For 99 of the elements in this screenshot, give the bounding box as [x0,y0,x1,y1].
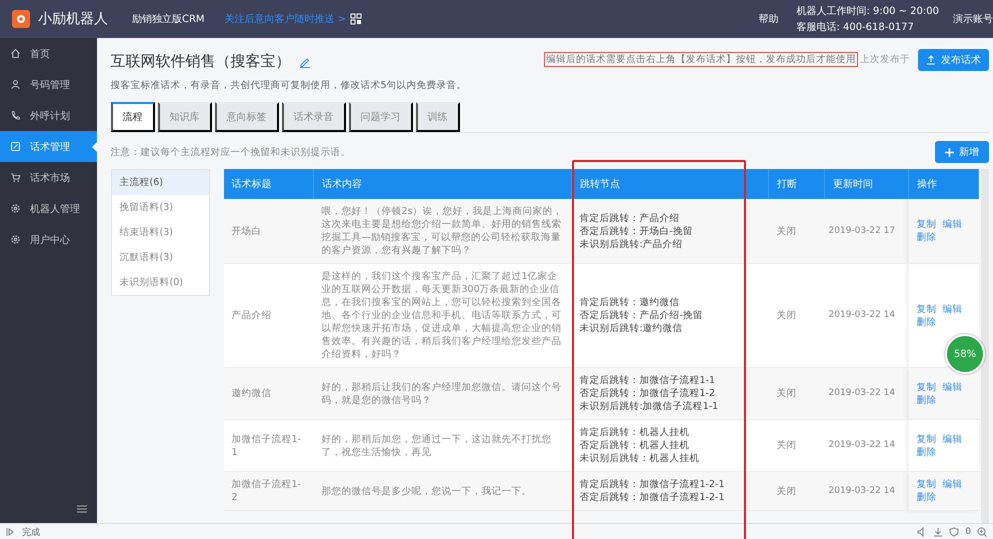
category-item[interactable]: 主流程(6) [112,170,208,195]
action-link[interactable]: 删除 [916,492,936,503]
add-button[interactable]: 新增 [935,141,989,163]
action-link[interactable]: 编辑 [942,479,962,490]
jump-rule: 未识别后跳转：机器人挂机 [580,452,700,465]
publish-hint: 编辑后的话术需要点击右上角【发布话术】按钮，发布成功后才能使用 [544,52,858,67]
jump-rule: 否定后跳转：开场白-挽留 [580,224,694,238]
brand-name: 小励机器人 [38,10,108,28]
column-header: 打断 [768,169,824,199]
account-name[interactable]: 演示账号 [953,12,993,26]
qr-code-icon[interactable] [350,13,362,25]
table-cell: 那您的微信号是多少呢，您说一下，我记一下。 [314,472,572,510]
phone-icon [10,110,21,121]
action-link[interactable]: 编辑 [942,219,962,230]
table-cell: 关闭 [768,199,824,264]
column-header: 更新时间 [824,169,908,199]
jump-rule: 肯定后跳转：加微信子流程1-1 [580,374,716,387]
logo-icon [12,10,30,28]
table-cell: 2019-03-22 17 [824,199,908,264]
jump-rule: 否定后跳转：产品介绍-挽留 [580,309,704,322]
cart-icon [10,172,21,183]
table-cell: 关闭 [768,368,824,420]
action-link[interactable]: 复制 [916,382,936,392]
action-link[interactable]: 复制 [916,434,936,444]
action-link[interactable]: 删除 [916,316,936,328]
category-item[interactable]: 沉默语料(3) [112,245,208,270]
gear-icon [10,203,21,214]
upload-icon [926,54,936,64]
sidebar-item[interactable]: 话术管理 [0,131,96,162]
shield-icon[interactable] [949,527,960,537]
action-link[interactable]: 编辑 [942,434,962,444]
jump-rule: 未识别后跳转:邀约微信 [580,322,684,335]
gear-icon [10,234,21,245]
download-icon[interactable] [933,527,944,537]
status-text: 完成 [22,526,40,538]
page-description: 搜客宝标准话术，有录音，共创代理商可复制使用，修改话术5句以内免费录音。 [110,79,468,92]
category-item[interactable]: 挽留语料(3) [112,195,208,220]
product-name: 励销独立版CRM [132,12,205,26]
tab[interactable]: 训练 [416,102,460,132]
pencil-icon[interactable] [298,56,310,68]
action-link[interactable]: 复制 [916,304,936,314]
work-hours: 机器人工作时间: 9:00 ~ 20:00 [796,4,939,18]
action-link[interactable]: 复制 [916,219,936,230]
plus-icon [945,148,954,156]
jump-rule: 否定后跳转：加微信子流程1-2-1 [580,491,726,504]
person-icon [10,79,21,90]
publish-button[interactable]: 发布话术 [918,48,989,70]
category-item[interactable]: 结束语料(3) [112,220,208,245]
help-link[interactable]: 帮助 [758,12,778,26]
table-cell: 2019-03-22 14 [824,472,908,510]
column-header: 操作 [908,169,978,199]
jump-rule: 肯定后跳转：产品介绍 [580,212,680,224]
edit-icon [10,141,21,152]
table-cell: 加微信子流程1-2 [224,472,314,510]
action-link[interactable]: 编辑 [942,382,962,392]
jump-rule: 肯定后跳转：机器人挂机 [580,426,690,439]
menu-icon[interactable] [76,505,86,513]
home-icon [10,48,21,59]
column-header: 话术标题 [224,169,314,199]
sidebar-item[interactable]: 机器人管理 [0,193,96,224]
service-phone: 客服电话: 400-618-0177 [796,20,915,34]
tab[interactable]: 意向标签 [214,102,278,132]
sidebar-item[interactable]: 号码管理 [0,69,96,100]
table-cell: 邀约微信 [224,368,314,420]
tab[interactable]: 流程 [110,102,154,132]
table-cell: 关闭 [768,472,824,510]
note-text: 注意：建议每个主流程对应一个挽留和未识别提示语。 [110,146,350,158]
category-item[interactable]: 未识别语料(0) [112,270,208,295]
zoom-icon[interactable] [977,527,987,537]
action-link[interactable]: 删除 [916,394,936,406]
table-cell: 喂，您好！（停顿2s）诶，您好，我是上海商问家的，这次来电主要是想给您介绍一款简单、好用的销售线索挖掘工具—励销搜客宝，可以帮您的公司轻松获取海量的客户资源，您有兴趣了解下吗？ [314,199,572,264]
table-cell: 2019-03-22 14 [824,368,908,420]
page-title: 互联网软件销售（搜客宝） [110,52,290,71]
sidebar-item[interactable]: 首页 [0,38,96,69]
action-link[interactable]: 复制 [916,479,936,490]
action-link[interactable]: 删除 [916,232,936,243]
table-cell: 开场白 [224,199,314,264]
sidebar-item[interactable]: 外呼计划 [0,100,96,131]
tab[interactable]: 知识库 [158,102,212,132]
tab[interactable]: 问题学习 [348,102,412,132]
sidebar-item[interactable]: 话术市场 [0,162,96,193]
jump-rule: 肯定后跳转：加微信子流程1-2-1 [580,478,726,491]
last-published: 上次发布于 [860,53,910,66]
jump-rule: 未识别后跳转:加微信子流程1-1 [580,400,720,413]
action-link[interactable]: 删除 [916,446,936,458]
promo-link[interactable]: 关注后意向客户随时推送 > [224,12,346,26]
jump-rule: 否定后跳转：机器人挂机 [580,439,690,452]
tab[interactable]: 话术录音 [282,102,346,132]
action-link[interactable]: 编辑 [942,304,962,314]
jump-rule: 肯定后跳转：邀约微信 [580,296,680,309]
sidebar-toggle-icon[interactable] [6,527,16,537]
jump-rule: 未识别后跳转:产品介绍 [580,238,684,250]
column-header: 跳转节点 [572,169,768,199]
table-cell: 好的，那稍后让我们的客户经理加您微信。请问这个号码，就是您的微信号吗？ [314,368,572,420]
column-header: 话术内容 [314,169,572,199]
scrollbar[interactable] [981,169,989,523]
sidebar-item[interactable]: 用户中心 [0,224,96,255]
counter: 0 [965,527,971,537]
jump-rule: 否定后跳转：加微信子流程1-2 [580,387,716,400]
